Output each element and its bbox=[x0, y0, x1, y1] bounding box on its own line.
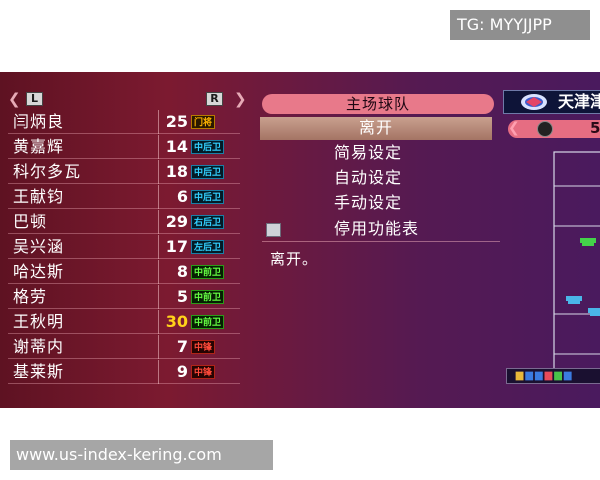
team-header: 天津津门虎 bbox=[503, 90, 600, 114]
watermark-bottom: www.us-index-kering.com bbox=[10, 440, 273, 470]
player-name: 巴顿 bbox=[13, 212, 48, 231]
player-name: 格劳 bbox=[13, 287, 48, 306]
roster-row[interactable]: 谢蒂内 7 中锋 bbox=[8, 335, 240, 359]
position-badge: 中后卫 bbox=[191, 165, 225, 179]
position-badge: 门将 bbox=[191, 115, 216, 129]
menu-item-leave[interactable]: 离开 bbox=[260, 117, 492, 140]
row-divider bbox=[158, 110, 159, 134]
row-divider bbox=[158, 235, 159, 259]
game-screen: ❮ L R ❯ 闫炳良 25 门将 黄嘉辉 14 中后卫 科尔多瓦 18 中后卫 王献钧 6 中后卫巴… bbox=[0, 72, 600, 408]
team-name: 天津津门虎 bbox=[558, 92, 600, 111]
menu-item-manual-setup[interactable]: 手动设定 bbox=[334, 192, 402, 214]
roster-row[interactable]: 格劳 5 中前卫 bbox=[8, 285, 240, 309]
watermark-top: TG: MYYJJPP bbox=[450, 10, 590, 40]
ball-icon bbox=[537, 121, 553, 137]
position-badge: 中后卫 bbox=[191, 140, 225, 154]
player-marker-def-icon bbox=[588, 308, 600, 316]
menu-title: 主场球队 bbox=[262, 94, 494, 114]
player-number: 30 bbox=[165, 312, 188, 331]
player-number: 17 bbox=[165, 237, 188, 256]
right-arrow-icon[interactable]: ❯ bbox=[234, 91, 247, 107]
row-divider bbox=[158, 160, 159, 184]
left-arrow-icon[interactable]: ❮ bbox=[8, 91, 21, 107]
player-number: 9 bbox=[176, 362, 188, 381]
position-badge: 中前卫 bbox=[191, 290, 225, 304]
row-divider bbox=[158, 185, 159, 209]
player-name: 基莱斯 bbox=[13, 362, 65, 381]
player-number: 25 bbox=[165, 112, 188, 131]
player-name: 科尔多瓦 bbox=[13, 162, 82, 181]
player-marker-def-icon bbox=[566, 296, 582, 304]
player-name: 王秋明 bbox=[13, 312, 65, 331]
row-divider bbox=[158, 260, 159, 284]
formation-pitch bbox=[553, 151, 600, 381]
position-badge: 中前卫 bbox=[191, 265, 225, 279]
player-number: 6 bbox=[176, 187, 188, 206]
formation-label: 5 bbox=[590, 119, 600, 137]
team-badge-icon bbox=[521, 94, 547, 110]
player-name: 吴兴涵 bbox=[13, 237, 65, 256]
disable-menu-checkbox[interactable] bbox=[266, 223, 281, 237]
player-number: 5 bbox=[176, 287, 188, 306]
row-divider bbox=[158, 335, 159, 359]
player-name: 王献钧 bbox=[13, 187, 65, 206]
player-roster: ❮ L R ❯ 闫炳良 25 门将 黄嘉辉 14 中后卫 科尔多瓦 18 中后卫 王献钧 6 中后卫巴… bbox=[8, 90, 247, 386]
menu-description: 离开。 bbox=[270, 250, 319, 268]
row-divider bbox=[158, 310, 159, 334]
roster-row[interactable]: 巴顿 29 右后卫 bbox=[8, 210, 240, 234]
menu-item-disable-menu[interactable]: 停用功能表 bbox=[334, 218, 419, 240]
position-badge: 中后卫 bbox=[191, 190, 225, 204]
roster-row[interactable]: 吴兴涵 17 左后卫 bbox=[8, 235, 240, 259]
player-name: 黄嘉辉 bbox=[13, 137, 65, 156]
row-divider bbox=[158, 360, 159, 384]
position-badge: 中前卫 bbox=[191, 315, 225, 329]
player-name: 谢蒂内 bbox=[13, 337, 65, 356]
menu-item-auto-setup[interactable]: 自动设定 bbox=[334, 167, 402, 189]
player-name: 闫炳良 bbox=[13, 112, 65, 131]
row-divider bbox=[158, 210, 159, 234]
player-number: 14 bbox=[165, 137, 188, 156]
kit-selector[interactable] bbox=[506, 368, 600, 384]
roster-header: ❮ L R ❯ bbox=[8, 90, 247, 110]
position-badge: 右后卫 bbox=[191, 215, 225, 229]
formation-selector[interactable] bbox=[508, 120, 600, 138]
roster-row[interactable]: 闫炳良 25 门将 bbox=[8, 110, 240, 134]
player-number: 18 bbox=[165, 162, 188, 181]
formation-left-arrow-icon[interactable]: ❮ bbox=[508, 119, 520, 137]
roster-row[interactable]: 黄嘉辉 14 中后卫 bbox=[8, 135, 240, 159]
roster-row[interactable]: 基莱斯 9 中锋 bbox=[8, 360, 240, 384]
menu-item-simple-setup[interactable]: 简易设定 bbox=[334, 142, 402, 164]
player-number: 29 bbox=[165, 212, 188, 231]
l-button-icon[interactable]: L bbox=[26, 92, 43, 106]
roster-row[interactable]: 哈达斯 8 中前卫 bbox=[8, 260, 240, 284]
roster-row[interactable]: 科尔多瓦 18 中后卫 bbox=[8, 160, 240, 184]
position-badge: 中锋 bbox=[191, 365, 216, 379]
position-badge: 左后卫 bbox=[191, 240, 225, 254]
player-marker-mid-icon bbox=[580, 238, 596, 246]
position-badge: 中锋 bbox=[191, 340, 216, 354]
player-number: 8 bbox=[176, 262, 188, 281]
player-name: 哈达斯 bbox=[13, 262, 65, 281]
menu-divider bbox=[262, 241, 500, 242]
row-divider bbox=[158, 285, 159, 309]
player-number: 7 bbox=[176, 337, 188, 356]
roster-row[interactable]: 王秋明 30 中前卫 bbox=[8, 310, 240, 334]
row-divider bbox=[158, 135, 159, 159]
r-button-icon[interactable]: R bbox=[206, 92, 223, 106]
roster-row[interactable]: 王献钧 6 中后卫 bbox=[8, 185, 240, 209]
